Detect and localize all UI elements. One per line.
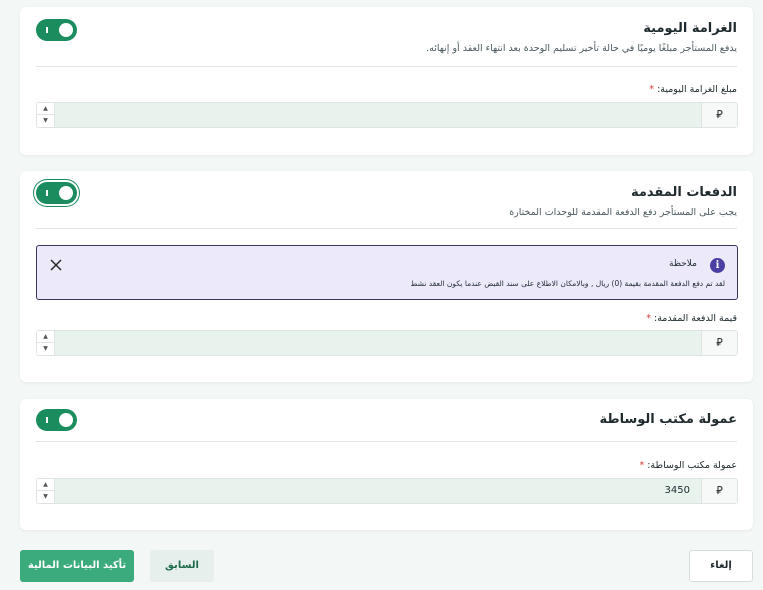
stepper-up-icon[interactable]: ▲ (37, 479, 54, 491)
required-mark: * (646, 313, 651, 324)
daily-penalty-description: يدفع المستأجر مبلغًا يوميًا في حالة تأخي… (426, 43, 737, 54)
brokerage-commission-amount-field[interactable]: 3450 (55, 479, 702, 503)
stepper-down-icon[interactable]: ▼ (37, 491, 54, 503)
daily-penalty-amount-field[interactable] (55, 103, 702, 127)
divider (36, 66, 737, 67)
advance-payment-amount-field[interactable] (55, 331, 702, 355)
toggle-on-icon (46, 417, 48, 423)
brokerage-commission-toggle[interactable] (36, 409, 77, 431)
number-stepper: ▲ ▼ (37, 479, 55, 503)
brokerage-commission-label-text: عمولة مكتب الوساطة: (647, 460, 737, 471)
stepper-down-icon[interactable]: ▼ (37, 115, 54, 127)
info-icon: i (710, 258, 725, 273)
confirm-financial-data-button[interactable]: تأكيد البيانات المالية (20, 550, 134, 582)
toggle-on-icon (46, 27, 48, 33)
toggle-on-icon (46, 190, 48, 196)
daily-penalty-card: الغرامة اليومية يدفع المستأجر مبلغًا يوم… (20, 7, 753, 155)
advance-payments-description: يجب على المستأجر دفع الدفعة المقدمة للوح… (509, 207, 737, 218)
advance-payments-toggle[interactable] (36, 182, 77, 204)
brokerage-commission-card: عمولة مكتب الوساطة عمولة مكتب الوساطة: *… (20, 399, 753, 530)
daily-penalty-input: ▲ ▼ ⃁ (36, 102, 738, 128)
riyal-currency-icon: ⃁ (701, 103, 737, 127)
toggle-knob (59, 186, 73, 200)
divider (36, 228, 737, 229)
daily-penalty-title: الغرامة اليومية (643, 21, 737, 36)
number-stepper: ▲ ▼ (37, 331, 55, 355)
brokerage-commission-label: عمولة مكتب الوساطة: * (639, 460, 737, 471)
toggle-knob (59, 413, 73, 427)
advance-payment-input: ▲ ▼ ⃁ (36, 330, 738, 356)
advance-payment-label: قيمة الدفعة المقدمة: * (646, 313, 737, 324)
number-stepper: ▲ ▼ (37, 103, 55, 127)
divider (36, 441, 737, 442)
advance-payments-card: الدفعات المقدمة يجب على المستأجر دفع الد… (20, 171, 753, 382)
required-mark: * (639, 460, 645, 471)
daily-penalty-toggle[interactable] (36, 19, 77, 41)
cancel-button[interactable]: إلغاء (689, 550, 753, 582)
advance-payment-label-text: قيمة الدفعة المقدمة: (654, 313, 737, 324)
toggle-knob (59, 23, 73, 37)
riyal-currency-icon: ⃁ (701, 479, 737, 503)
daily-penalty-label-text: مبلغ الغرامة اليومية: (657, 84, 737, 95)
stepper-up-icon[interactable]: ▲ (37, 331, 54, 343)
stepper-up-icon[interactable]: ▲ (37, 103, 54, 115)
required-mark: * (649, 84, 655, 95)
daily-penalty-label: مبلغ الغرامة اليومية: * (649, 84, 737, 95)
note-title: ملاحظة (669, 259, 697, 269)
close-icon[interactable] (49, 258, 63, 272)
stepper-down-icon[interactable]: ▼ (37, 343, 54, 355)
previous-button[interactable]: السابق (150, 550, 214, 582)
brokerage-commission-input: ▲ ▼ 3450 ⃁ (36, 478, 738, 504)
riyal-currency-icon: ⃁ (701, 331, 737, 355)
advance-payments-title: الدفعات المقدمة (630, 185, 737, 200)
brokerage-commission-title: عمولة مكتب الوساطة (599, 412, 737, 427)
note-text: لقد تم دفع الدفعة المقدمة بقيمة (0) ريال… (410, 279, 725, 288)
note-alert: i ملاحظة لقد تم دفع الدفعة المقدمة بقيمة… (36, 245, 738, 300)
